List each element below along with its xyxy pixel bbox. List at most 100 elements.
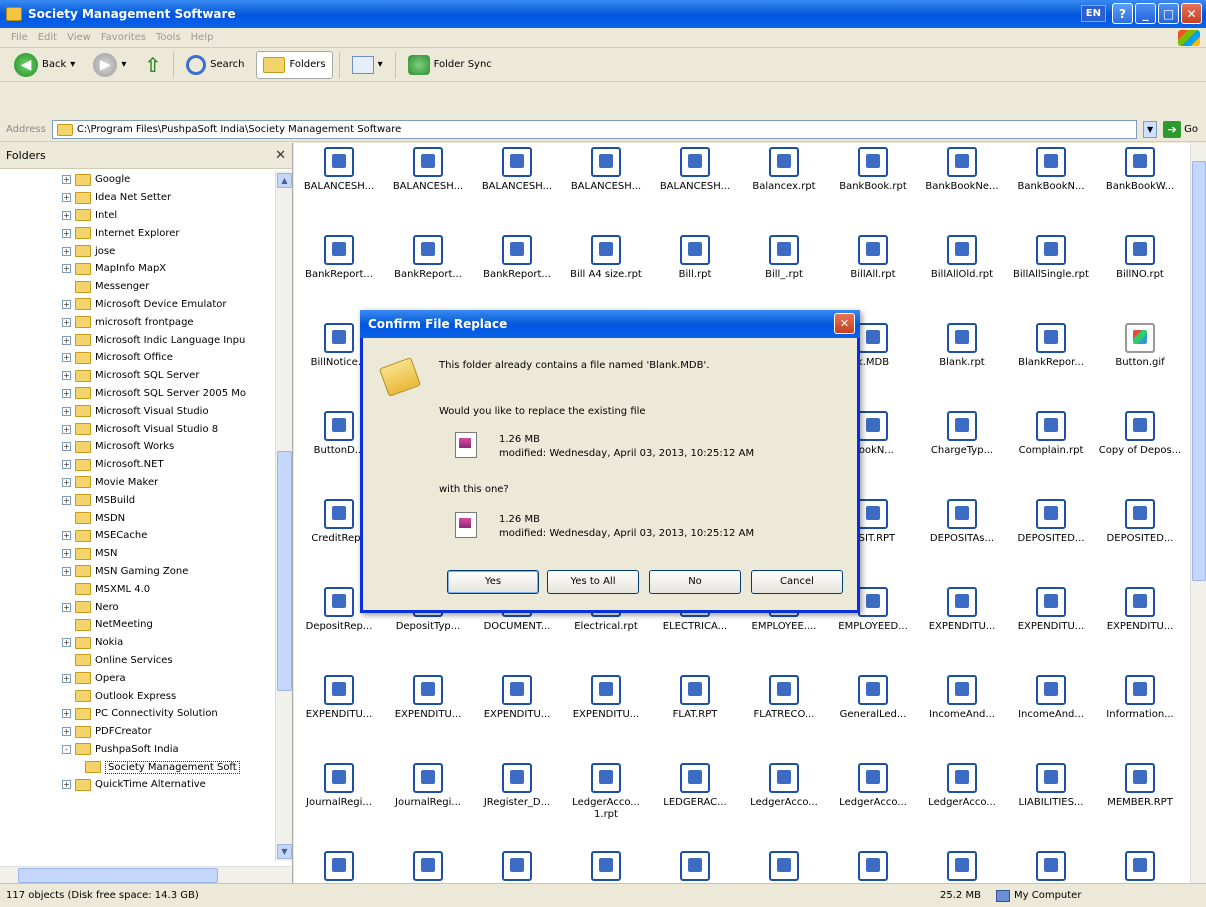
close-pane-icon[interactable]: ✕ <box>275 148 286 163</box>
file-item[interactable]: Complain.rpt <box>1006 411 1096 457</box>
tree-item[interactable]: + MSN Gaming Zone <box>0 563 275 581</box>
tree-item[interactable]: Society Management Soft <box>0 758 275 776</box>
tree-item[interactable]: + Microsoft Office <box>0 349 275 367</box>
file-item[interactable]: BankBookW... <box>1095 147 1185 193</box>
dropdown-arrow-icon[interactable]: ▾ <box>70 59 75 70</box>
expand-toggle-icon[interactable]: - <box>62 744 71 754</box>
tree-item[interactable]: + Microsoft Visual Studio <box>0 402 275 420</box>
scroll-up-icon[interactable]: ▲ <box>277 173 292 188</box>
tree-item[interactable]: Messenger <box>0 278 275 296</box>
tree-item[interactable]: + Intel <box>0 207 275 225</box>
file-item[interactable]: Balancex.rpt <box>739 147 829 193</box>
file-item[interactable]: EXPENDITU... <box>294 675 384 721</box>
expand-toggle-icon[interactable]: + <box>62 175 71 185</box>
go-button[interactable]: ➔ Go <box>1163 121 1198 138</box>
tree-item[interactable]: + MapInfo MapX <box>0 260 275 278</box>
file-item[interactable]: JRegister_D... <box>472 763 562 809</box>
expand-toggle-icon[interactable]: + <box>62 371 71 381</box>
tree-item[interactable]: + Movie Maker <box>0 474 275 492</box>
expand-toggle-icon[interactable]: + <box>62 549 71 559</box>
tree-item[interactable]: + PDFCreator <box>0 723 275 741</box>
file-item[interactable]: IncomeAnd... <box>917 675 1007 721</box>
file-item[interactable]: BALANCESH... <box>561 147 651 193</box>
file-item[interactable] <box>383 851 473 883</box>
minimize-button[interactable]: _ <box>1135 3 1156 24</box>
expand-toggle-icon[interactable]: + <box>62 264 71 274</box>
tree-item[interactable]: NetMeeting <box>0 616 275 634</box>
forward-button[interactable]: ▶ ▾ <box>87 51 132 79</box>
menu-file[interactable]: File <box>6 32 33 43</box>
file-item[interactable]: LedgerAcco... <box>739 763 829 809</box>
expand-toggle-icon[interactable]: + <box>62 673 71 683</box>
expand-toggle-icon[interactable]: + <box>62 388 71 398</box>
file-item[interactable]: BALANCESH... <box>383 147 473 193</box>
file-item[interactable]: Bill A4 size.rpt <box>561 235 651 281</box>
tree-item[interactable]: Online Services <box>0 652 275 670</box>
expand-toggle-icon[interactable]: + <box>62 460 71 470</box>
file-item[interactable] <box>561 851 651 883</box>
tree-item[interactable]: + Microsoft Visual Studio 8 <box>0 420 275 438</box>
tree-item[interactable]: + Microsoft SQL Server <box>0 367 275 385</box>
file-item[interactable]: BankBookNe... <box>917 147 1007 193</box>
dialog-titlebar[interactable]: Confirm File Replace <box>360 310 860 338</box>
expand-toggle-icon[interactable]: + <box>62 709 71 719</box>
tree-item[interactable]: MSXML 4.0 <box>0 580 275 598</box>
file-item[interactable]: BillAllSingle.rpt <box>1006 235 1096 281</box>
expand-toggle-icon[interactable]: + <box>62 780 71 790</box>
file-item[interactable]: FLAT.RPT <box>650 675 740 721</box>
maximize-button[interactable]: □ <box>1158 3 1179 24</box>
expand-toggle-icon[interactable]: + <box>62 317 71 327</box>
file-item[interactable]: BlankRepor... <box>1006 323 1096 369</box>
expand-toggle-icon[interactable]: + <box>62 228 71 238</box>
expand-toggle-icon[interactable]: + <box>62 299 71 309</box>
tree-item[interactable]: + Nokia <box>0 634 275 652</box>
tree-item[interactable]: - PushpaSoft India <box>0 741 275 759</box>
views-button[interactable]: ▾ <box>346 51 389 79</box>
tree-item[interactable]: + Microsoft Works <box>0 438 275 456</box>
dropdown-arrow-icon[interactable]: ▾ <box>121 59 126 70</box>
tree-item[interactable]: + MSBuild <box>0 491 275 509</box>
dropdown-arrow-icon[interactable]: ▾ <box>378 59 383 70</box>
file-item[interactable]: Bill_.rpt <box>739 235 829 281</box>
expand-toggle-icon[interactable]: + <box>62 531 71 541</box>
scroll-thumb[interactable] <box>18 868 218 883</box>
file-item[interactable] <box>1095 851 1185 883</box>
file-item[interactable] <box>1006 851 1096 883</box>
file-item[interactable]: LedgerAcco... 1.rpt <box>561 763 651 821</box>
file-item[interactable]: LedgerAcco... <box>917 763 1007 809</box>
expand-toggle-icon[interactable]: + <box>62 353 71 363</box>
expand-toggle-icon[interactable]: + <box>62 602 71 612</box>
yes-to-all-button[interactable]: Yes to All <box>547 570 639 594</box>
file-item[interactable] <box>472 851 562 883</box>
file-item[interactable]: DEPOSITAs... <box>917 499 1007 545</box>
address-input[interactable]: C:\Program Files\PushpaSoft India\Societ… <box>51 120 1138 139</box>
back-button[interactable]: ◀ Back ▾ <box>8 51 81 79</box>
tree-item[interactable]: + MSECache <box>0 527 275 545</box>
menu-view[interactable]: View <box>62 32 96 43</box>
tree-item[interactable]: + Opera <box>0 669 275 687</box>
menu-favorites[interactable]: Favorites <box>96 32 151 43</box>
file-item[interactable]: JournalRegi... <box>383 763 473 809</box>
expand-toggle-icon[interactable]: + <box>62 210 71 220</box>
expand-toggle-icon[interactable]: + <box>62 424 71 434</box>
expand-toggle-icon[interactable]: + <box>62 566 71 576</box>
file-item[interactable]: BillAll.rpt <box>828 235 918 281</box>
no-button[interactable]: No <box>649 570 741 594</box>
search-button[interactable]: Search <box>180 51 250 79</box>
file-item[interactable]: FLATRECO... <box>739 675 829 721</box>
file-item[interactable]: DEPOSITED... <box>1006 499 1096 545</box>
expand-toggle-icon[interactable]: + <box>62 442 71 452</box>
tree-item[interactable]: + Idea Net Setter <box>0 189 275 207</box>
file-item[interactable]: EXPENDITU... <box>383 675 473 721</box>
expand-toggle-icon[interactable]: + <box>62 495 71 505</box>
expand-toggle-icon[interactable]: + <box>62 335 71 345</box>
file-item[interactable]: Information... <box>1095 675 1185 721</box>
tree-item[interactable]: + Nero <box>0 598 275 616</box>
folders-vertical-scrollbar[interactable]: ▲ ▼ <box>275 171 292 861</box>
file-item[interactable]: Bill.rpt <box>650 235 740 281</box>
file-item[interactable] <box>294 851 384 883</box>
file-item[interactable] <box>650 851 740 883</box>
file-item[interactable]: BALANCESH... <box>294 147 384 193</box>
dialog-close-button[interactable]: ✕ <box>834 313 855 334</box>
file-item[interactable] <box>917 851 1007 883</box>
